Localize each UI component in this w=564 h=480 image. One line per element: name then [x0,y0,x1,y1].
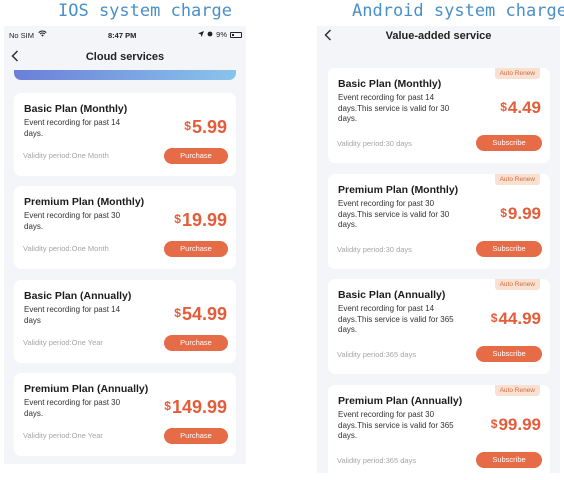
location-arrow-icon [198,30,205,39]
plan-description: Event recording for past 14 days. [24,118,121,138]
plan-name: Premium Plan (Annually) [24,383,149,395]
price-amount: 54.99 [181,304,227,324]
validity-period: Validity period:One Month [23,151,109,160]
auto-renew-badge: Auto Renew [494,174,540,185]
subscribe-button[interactable]: Subscribe [476,241,542,257]
plan-name: Basic Plan (Annually) [24,290,132,302]
plan-description: Event recording for past 30 days. [24,211,121,231]
purchase-button[interactable]: Purchase [164,241,228,257]
currency-symbol: $ [490,417,498,431]
plan-name: Basic Plan (Annually) [338,289,446,301]
subscribe-button[interactable]: Subscribe [476,346,542,362]
battery-icon [230,31,242,38]
plan-card: Basic Plan (Monthly) Event recording for… [14,93,236,176]
auto-renew-badge: Auto Renew [494,68,540,79]
plan-name: Premium Plan (Monthly) [338,184,459,196]
price-amount: 4.49 [507,98,541,117]
price-amount: 149.99 [171,397,227,417]
currency-symbol: $ [174,212,181,226]
validity-period: Validity period:One Year [23,431,103,440]
plan-card: Premium Plan (Annually) Event recording … [14,373,236,456]
page-title: Cloud services [85,51,165,63]
plan-description: Event recording for past 30 days. [24,398,121,418]
android-navbar: Value-added service [317,26,560,48]
currency-symbol: $ [490,311,498,325]
plan-price: $149.99 [164,397,227,418]
ios-screen: No SIM 8:47 PM 9% Cloud services Basic P… [4,26,246,464]
price-amount: 99.99 [498,415,541,434]
auto-renew-badge: Auto Renew [494,385,540,396]
validity-period: Validity period:One Year [23,338,103,347]
battery-percent: 9% [216,30,227,39]
plan-description: Event recording for past 30 days.This se… [338,410,454,440]
auto-renew-badge: Auto Renew [494,279,540,290]
price-amount: 44.99 [498,309,541,328]
plan-card: Auto Renew Basic Plan (Annually) Event r… [328,279,550,374]
status-time: 8:47 PM [108,31,137,40]
price-amount: 19.99 [181,210,227,230]
page-title: Value-added service [385,30,492,42]
wifi-icon [38,30,47,39]
validity-period: Validity period:One Month [23,244,109,253]
plan-price: $54.99 [174,304,227,325]
validity-period: Validity period:365 days [337,456,417,465]
plan-name: Premium Plan (Annually) [338,395,463,407]
android-heading: Android system charge [352,1,564,21]
plan-card: Auto Renew Basic Plan (Monthly) Event re… [328,68,550,163]
plan-card: Premium Plan (Monthly) Event recording f… [14,186,236,269]
price-amount: 9.99 [507,204,541,223]
plan-description: Event recording for past 14 days.This se… [338,304,454,334]
plan-name: Basic Plan (Monthly) [24,103,128,115]
status-bar: No SIM 8:47 PM 9% [4,30,246,44]
carrier-label: No SIM [9,31,35,40]
plan-card: Auto Renew Premium Plan (Monthly) Event … [328,174,550,269]
currency-symbol: $ [500,206,507,220]
purchase-button[interactable]: Purchase [164,335,228,351]
plan-price: $9.99 [500,204,541,224]
price-amount: 5.99 [191,117,227,137]
plan-price: $99.99 [491,415,541,435]
validity-period: Validity period:30 days [337,245,412,254]
alarm-icon [207,30,213,39]
purchase-button[interactable]: Purchase [164,428,228,444]
purchase-button[interactable]: Purchase [164,148,228,164]
plan-card: Auto Renew Premium Plan (Annually) Event… [328,385,550,473]
plan-name: Premium Plan (Monthly) [24,196,145,208]
currency-symbol: $ [174,306,181,320]
plan-description: Event recording for past 30 days.This se… [338,199,450,229]
plan-description: Event recording for past 14 days [24,305,121,325]
header-banner [14,70,236,80]
subscribe-button[interactable]: Subscribe [476,135,542,151]
plan-name: Basic Plan (Monthly) [338,78,442,90]
currency-symbol: $ [164,399,171,413]
subscribe-button[interactable]: Subscribe [476,452,542,468]
validity-period: Validity period:30 days [337,139,412,148]
plan-price: $4.49 [500,98,541,118]
plan-price: $44.99 [491,309,541,329]
ios-heading: IOS system charge [58,1,232,21]
plan-price: $5.99 [184,117,227,138]
android-screen: Value-added service Auto Renew Basic Pla… [317,26,560,473]
currency-symbol: $ [500,100,507,114]
ios-navbar: Cloud services [4,47,246,69]
currency-symbol: $ [184,119,191,133]
plan-description: Event recording for past 14 days.This se… [338,93,450,123]
validity-period: Validity period:365 days [337,350,417,359]
plan-card: Basic Plan (Annually) Event recording fo… [14,280,236,363]
plan-price: $19.99 [174,210,227,231]
